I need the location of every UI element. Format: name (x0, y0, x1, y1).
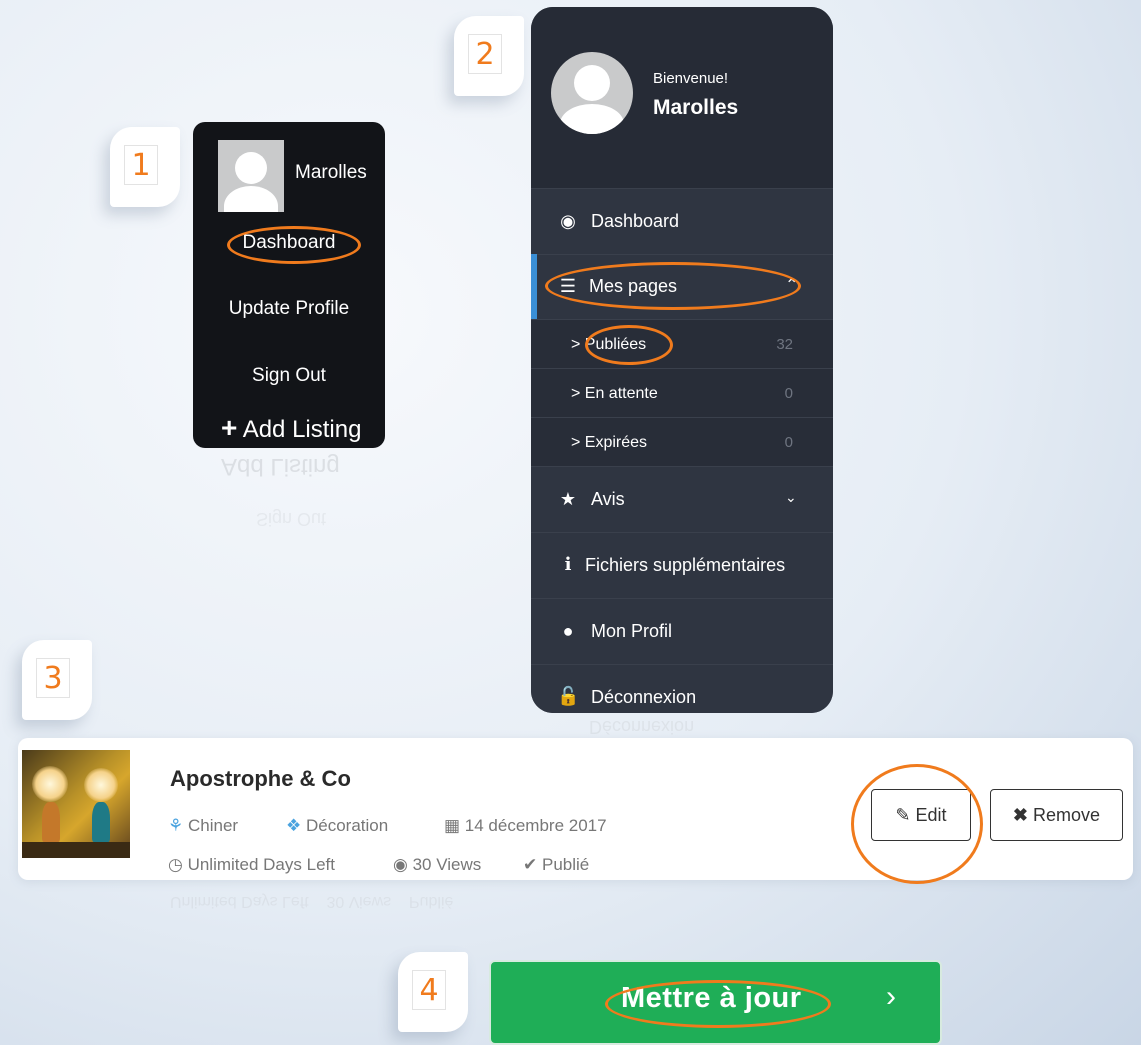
subitem-count: 32 (776, 336, 793, 353)
active-indicator (531, 254, 537, 319)
plus-icon: + (221, 412, 238, 443)
sidebar-header: Bienvenue! Marolles (531, 7, 833, 188)
sidebar-item-label: Mon Profil (591, 621, 673, 641)
status-label: Publié (541, 855, 590, 874)
views-label: 30 Views (412, 855, 482, 874)
step-3-badge: 3 (22, 640, 92, 720)
star-icon: ★ (559, 489, 577, 509)
sidebar-item-label: Dashboard (591, 211, 680, 231)
days-left-meta: ◷ Unlimited Days Left (168, 855, 335, 875)
subcategory-meta: ❖ Décoration (286, 816, 388, 836)
step-2-badge: 2 (454, 16, 524, 96)
category-label[interactable]: Chiner (188, 816, 238, 835)
sign-out-reflection: Sign Out (256, 509, 327, 529)
sidebar-subitem-expirees[interactable]: > Expirées 0 (531, 417, 833, 466)
listing-title[interactable]: Apostrophe & Co (170, 766, 351, 792)
info-icon: i (564, 554, 572, 575)
clock-icon: ◷ (168, 855, 183, 874)
step-number: 1 (124, 145, 158, 185)
scroll-icon: ❖ (286, 816, 302, 835)
sidebar-item-label: Mes pages (589, 276, 678, 296)
edit-label: Edit (915, 805, 947, 825)
chevron-up-icon: ⌃ (785, 277, 799, 294)
close-icon: ✖ (1012, 805, 1029, 825)
remove-button[interactable]: ✖ Remove (990, 789, 1123, 841)
deconnexion-reflection: Déconnexion (589, 717, 695, 737)
chevron-down-icon: ⌄ (785, 489, 797, 505)
subitem-label: > En attente (571, 385, 658, 402)
step-number: 4 (412, 970, 446, 1010)
sidebar-item-fichiers[interactable]: i Fichiers supplémentaires (531, 532, 833, 598)
step-number: 2 (468, 34, 502, 74)
edit-button[interactable]: ✎ Edit (871, 789, 971, 841)
step-number: 3 (36, 658, 70, 698)
user-dropdown-menu: Marolles Dashboard Update Profile Sign O… (193, 122, 385, 448)
list-icon: ☰ (559, 276, 577, 296)
subitem-label: > Expirées (571, 434, 648, 451)
remove-label: Remove (1033, 805, 1101, 825)
sidebar-subitem-en-attente[interactable]: > En attente 0 (531, 368, 833, 417)
sidebar-item-avis[interactable]: ★ Avis ⌄ (531, 466, 833, 532)
unlock-icon: 🔓 (557, 686, 580, 706)
sidebar-item-deconnexion[interactable]: 🔓 Déconnexion (531, 664, 833, 713)
add-listing-button[interactable]: + Add Listing (221, 412, 361, 444)
username: Marolles (653, 96, 739, 119)
sign-out-link[interactable]: Sign Out (193, 365, 385, 387)
sidebar-item-label: Avis (591, 489, 625, 509)
add-listing-label: Add Listing (242, 416, 362, 443)
calendar-icon: ▦ (444, 816, 461, 835)
status-meta: ✔ Publié (523, 855, 589, 875)
step-1-badge: 1 (110, 127, 180, 207)
dashboard-icon: ◉ (560, 211, 576, 231)
avatar (551, 52, 633, 134)
sidebar-item-mes-pages[interactable]: ☰ Mes pages ⌃ (531, 254, 833, 319)
add-listing-reflection: Add Listing (221, 453, 340, 480)
username: Marolles (295, 162, 367, 183)
dashboard-link[interactable]: Dashboard (193, 232, 385, 254)
subitem-count: 0 (784, 434, 793, 451)
subitem-label: > Publiées (571, 336, 647, 353)
sidebar-item-dashboard[interactable]: ◉ Dashboard (531, 188, 833, 254)
sidebar-subitem-publiees[interactable]: > Publiées 32 (531, 319, 833, 368)
category-meta: ⚘ Chiner (168, 816, 238, 836)
days-left-label: Unlimited Days Left (187, 855, 335, 874)
subcategory-label[interactable]: Décoration (306, 816, 388, 835)
listing-thumbnail (22, 750, 130, 858)
date-meta: ▦ 14 décembre 2017 (444, 816, 607, 836)
update-label: Mettre à jour (621, 982, 802, 1014)
sidebar-item-mon-profil[interactable]: ● Mon Profil (531, 598, 833, 664)
compass-icon: ⚘ (168, 816, 184, 835)
update-profile-link[interactable]: Update Profile (193, 298, 385, 320)
dashboard-sidebar: Bienvenue! Marolles ◉ Dashboard ☰ Mes pa… (531, 7, 833, 713)
date-label: 14 décembre 2017 (464, 816, 607, 835)
eye-icon: ◉ (393, 855, 408, 874)
listing-card: Apostrophe & Co ⚘ Chiner ❖ Décoration ▦ … (18, 738, 1133, 880)
sidebar-item-label: Fichiers supplémentaires (585, 555, 786, 575)
check-icon: ✔ (523, 855, 538, 874)
update-button[interactable]: Mettre à jour › (489, 960, 942, 1045)
user-circle-icon: ● (562, 621, 574, 641)
edit-icon: ✎ (895, 805, 911, 825)
sidebar-item-label: Déconnexion (591, 687, 697, 707)
welcome-text: Bienvenue! (653, 70, 729, 87)
subitem-count: 0 (784, 385, 793, 402)
avatar (218, 140, 284, 212)
card-meta-reflection: Unlimited Days Left 30 Views Publié (170, 893, 454, 910)
views-meta: ◉ 30 Views (393, 855, 481, 875)
step-4-badge: 4 (398, 952, 468, 1032)
chevron-right-icon: › (886, 980, 896, 1013)
